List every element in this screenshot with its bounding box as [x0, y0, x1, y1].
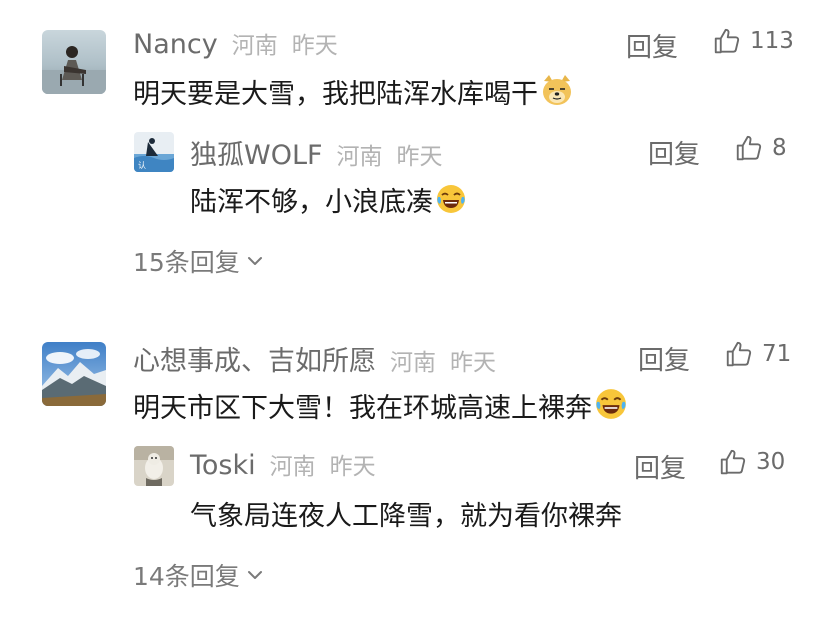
avatar[interactable]	[42, 342, 106, 406]
reply-text-content: 气象局连夜人工降雪，就为看你裸奔	[190, 501, 622, 532]
reply-avatar[interactable]	[134, 446, 174, 486]
reply-text: 气象局连夜人工降雪，就为看你裸奔	[190, 494, 622, 533]
reply-header: Toski 河南 昨天	[190, 447, 376, 481]
comment-text: 明天市区下大雪！我在环城高速上裸奔	[133, 386, 628, 428]
laughing-tears-emoji	[594, 387, 628, 428]
location: 河南	[390, 350, 436, 376]
location: 河南	[269, 454, 316, 480]
reply-button[interactable]: 回复	[638, 340, 690, 377]
thumbs-up-icon	[726, 341, 752, 367]
thumbs-up-icon	[720, 449, 746, 475]
comment-text-content: 明天市区下大雪！我在环城高速上裸奔	[133, 393, 592, 424]
more-replies-label: 14条回复	[133, 562, 240, 591]
like-count: 30	[756, 449, 786, 475]
chevron-down-icon	[247, 571, 262, 579]
like-button[interactable]: 71	[724, 339, 791, 369]
reply-button[interactable]: 回复	[634, 448, 686, 485]
comment-item: 心想事成、吉如所愿 河南 昨天 回复 71 明天市区下大雪！我在环城高速上裸奔	[0, 0, 828, 619]
reply-username[interactable]: Toski	[190, 450, 256, 481]
timestamp: 昨天	[329, 454, 376, 480]
like-button[interactable]: 30	[718, 447, 785, 477]
comment-header: 心想事成、吉如所愿 河南 昨天	[133, 339, 496, 378]
username[interactable]: 心想事成、吉如所愿	[133, 339, 376, 378]
like-count: 71	[762, 341, 792, 367]
view-more-replies-button[interactable]: 14条回复	[133, 557, 264, 593]
avatar-photo	[134, 446, 174, 486]
timestamp: 昨天	[450, 350, 496, 376]
avatar-photo	[42, 342, 106, 406]
